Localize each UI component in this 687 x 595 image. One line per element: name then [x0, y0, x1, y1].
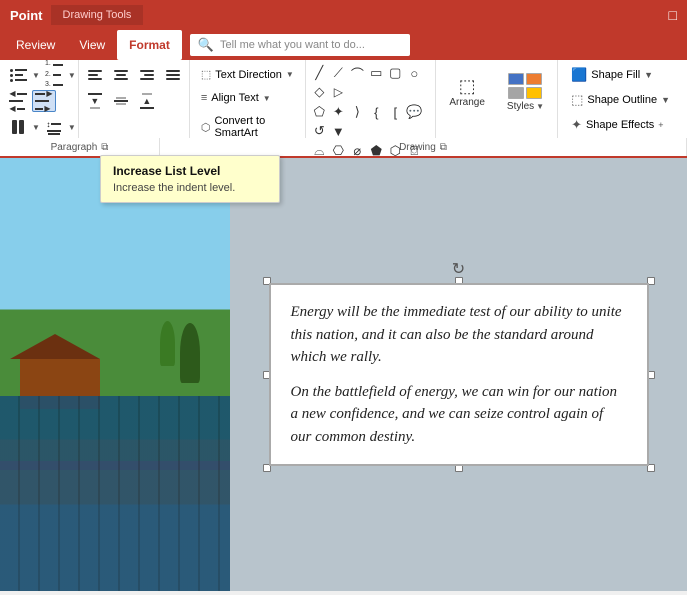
chevron-shape[interactable]: ⟩ — [348, 103, 366, 121]
rectangle-shape[interactable]: ▭ — [367, 64, 385, 82]
shape-effects-label: Shape Effects — [586, 119, 654, 131]
brace-shape[interactable]: { — [367, 103, 385, 121]
menu-bar: Review View Format 🔍 Tell me what you wa… — [0, 30, 687, 60]
slide-paragraph-2: On the battlefield of energy, we can win… — [291, 381, 627, 449]
ribbon: ▼ 1. 2. 3. ▼ ◀ ◀ ▶ — [0, 60, 687, 138]
align-text-btn[interactable]: ≡ Align Text ▼ — [194, 88, 301, 108]
shape-outline-arrow: ▼ — [661, 95, 670, 105]
pentagon-shape[interactable]: ⬠ — [310, 103, 328, 121]
align-left-btn[interactable] — [83, 64, 107, 86]
columns-dropdown[interactable]: ▼ — [32, 123, 40, 132]
bullet-list-btn[interactable] — [6, 64, 30, 86]
numbered-list-btn[interactable]: 1. 2. 3. — [42, 64, 66, 86]
tree-1 — [180, 323, 200, 383]
shape-fill-btn[interactable]: 🟦 Shape Fill ▼ — [564, 64, 677, 86]
text-box[interactable]: Energy will be the immediate test of our… — [269, 283, 649, 466]
search-icon: 🔍 — [198, 37, 214, 53]
shape-fill-label: Shape Fill — [591, 69, 640, 81]
valign-bottom-btn[interactable]: ▲ — [135, 90, 159, 112]
content-area: ↻ Energy will be the immediate test of o… — [0, 158, 687, 591]
app-name: Point — [10, 8, 43, 23]
arrange-label: Arrange — [449, 97, 485, 108]
rounded-rect-shape[interactable]: ▢ — [386, 64, 404, 82]
line-spacing-btn[interactable]: ↕ — [42, 116, 66, 138]
text-box-container[interactable]: ↻ Energy will be the immediate test of o… — [269, 283, 649, 466]
window-maximize-icon[interactable]: □ — [669, 7, 677, 23]
drawing-tools-tab: Drawing Tools — [51, 5, 144, 25]
align-text-arrow: ▼ — [263, 94, 271, 103]
line-spacing-dropdown[interactable]: ▼ — [68, 123, 76, 132]
barn-roof — [10, 334, 100, 359]
menu-item-format[interactable]: Format — [117, 30, 182, 60]
slide-text-content: Energy will be the immediate test of our… — [291, 301, 627, 448]
curve-shape[interactable]: ⌒ — [348, 64, 366, 82]
valign-middle-btn[interactable] — [109, 90, 133, 112]
convert-smartart-label: Convert to SmartArt — [214, 115, 294, 139]
paragraph-expander-icon[interactable]: ⧉ — [101, 142, 108, 153]
tooltip: Increase List Level Increase the indent … — [100, 155, 280, 203]
slide-paragraph-1: Energy will be the immediate test of our… — [291, 301, 627, 369]
text-direction-arrow: ▼ — [286, 70, 294, 79]
tree-2 — [160, 321, 175, 366]
text-direction-label: Text Direction — [215, 69, 282, 81]
title-bar: Point Drawing Tools □ — [0, 0, 687, 30]
styles-label: Styles — [507, 101, 534, 112]
slide-image — [0, 158, 230, 591]
arrange-btn[interactable]: ⬚ Arrange — [440, 64, 494, 120]
line-shape[interactable]: ╱ — [310, 64, 328, 82]
line2-shape[interactable]: ⟋ — [329, 64, 347, 82]
align-text-label: Align Text — [211, 92, 259, 104]
drawing-group-label: Drawing ⧉ — [160, 138, 687, 156]
right-arrow-shape[interactable]: ▷ — [329, 83, 347, 101]
bracket-shape[interactable]: [ — [386, 103, 404, 121]
search-box[interactable]: 🔍 Tell me what you want to do... — [190, 34, 410, 56]
tooltip-title: Increase List Level — [113, 164, 267, 178]
shape-outline-label: Shape Outline — [587, 94, 657, 106]
bullet-list-dropdown[interactable]: ▼ — [32, 71, 40, 80]
shape-outline-btn[interactable]: ⬚ Shape Outline ▼ — [564, 89, 677, 111]
menu-item-review[interactable]: Review — [4, 30, 67, 60]
search-placeholder: Tell me what you want to do... — [220, 39, 365, 51]
valign-top-btn[interactable]: ▼ — [83, 90, 107, 112]
shape-fill-arrow: ▼ — [644, 70, 653, 80]
paragraph-group-label[interactable]: Paragraph ⧉ — [0, 138, 160, 156]
drawing-expander-icon[interactable]: ⧉ — [440, 142, 447, 153]
align-right-btn[interactable] — [135, 64, 159, 86]
increase-indent-btn[interactable]: ▶ ▶ — [32, 90, 56, 112]
callout-shape[interactable]: 💬 — [405, 103, 423, 121]
columns-btn[interactable] — [6, 116, 30, 138]
quick-styles-btn[interactable]: Styles ▼ — [498, 64, 553, 120]
justify-btn[interactable] — [161, 64, 185, 86]
shape-effects-btn[interactable]: ✦ Shape Effects + — [564, 114, 677, 136]
menu-item-view[interactable]: View — [67, 30, 117, 60]
slide-text-panel: ↻ Energy will be the immediate test of o… — [230, 158, 687, 591]
star4-shape[interactable]: ✦ — [329, 103, 347, 121]
text-direction-btn[interactable]: ⬚ Text Direction ▼ — [194, 64, 301, 85]
styles-arrow: ▼ — [536, 102, 544, 111]
solar-panels — [0, 396, 230, 591]
decrease-indent-btn[interactable]: ◀ ◀ — [6, 90, 30, 112]
circle-shape[interactable]: ○ — [405, 64, 423, 82]
rotate-handle[interactable]: ↻ — [452, 259, 465, 279]
shape-effects-arrow: + — [658, 120, 663, 130]
align-center-btn[interactable] — [109, 64, 133, 86]
tooltip-description: Increase the indent level. — [113, 182, 267, 194]
landscape-bg — [0, 158, 230, 591]
diamond-shape[interactable]: ◇ — [310, 83, 328, 101]
numbered-list-dropdown[interactable]: ▼ — [68, 71, 76, 80]
